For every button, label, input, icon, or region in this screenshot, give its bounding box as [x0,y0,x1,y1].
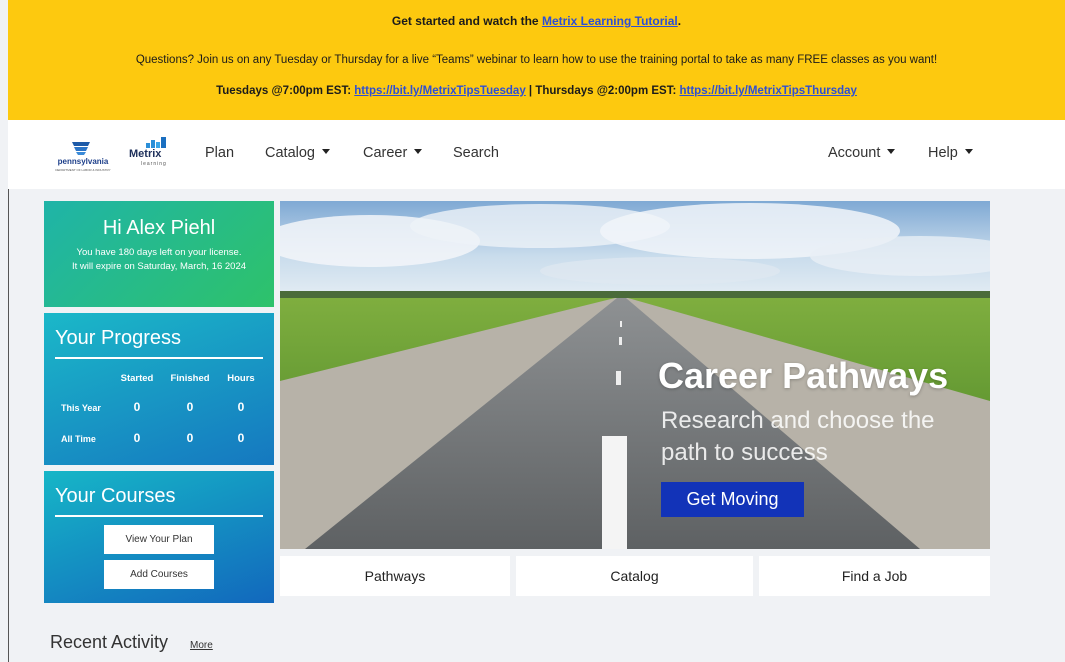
recent-activity-heading: Recent Activity [50,632,169,652]
career-pathways-hero: Career Pathways Research and choose the … [280,201,990,549]
metrix-logo-sub: learning [141,161,167,167]
progress-value: 0 [237,400,245,414]
caret-down-icon [964,148,973,154]
progress-col-hours: Hours [227,373,255,384]
greeting-name: Hi Alex Piehl [102,217,216,239]
nav-catalog-dropdown[interactable]: Catalog [265,145,330,161]
nav-account-dropdown[interactable]: Account [828,145,896,161]
metrix-learning-logo[interactable]: Metrix learning [126,137,171,171]
progress-value: 0 [237,431,245,445]
announcement-banner: Get started and watch the Metrix Learnin… [8,0,1065,120]
nav-account-label: Account [828,145,881,161]
progress-title: Your Progress [55,327,181,349]
caret-down-icon [414,148,423,154]
license-expiry: It will expire on Saturday, March, 16 20… [71,261,247,272]
thursday-link[interactable]: https://bit.ly/MetrixTipsThursday [680,85,857,97]
hero-subtitle: Research and choose the path to success [661,407,935,466]
progress-panel: Your Progress Started Finished Hours Thi… [44,313,274,465]
tuesday-label: Tuesdays @7:00pm EST: [216,85,352,97]
left-border [8,189,9,662]
add-courses-button[interactable]: Add Courses [104,560,214,589]
progress-col-finished: Finished [170,373,210,384]
hero-title: Career Pathways [658,355,949,396]
nav-plan[interactable]: Plan [205,145,234,161]
banner-tutorial-prefix: Get started and watch the [391,14,539,28]
recent-activity-more-link[interactable]: More [190,640,213,651]
get-moving-button[interactable]: Get Moving [661,482,804,517]
progress-value: 0 [186,431,194,445]
pathways-tile[interactable]: Pathways [280,556,510,596]
progress-divider [55,357,263,359]
banner-webinar-text: Questions? Join us on any Tuesday or Thu… [135,54,938,66]
license-days-left: You have 180 days left on your license. [76,247,242,258]
pa-logo-sub: DEPARTMENT OF LABOR & INDUSTRY [55,168,110,172]
nav-help-dropdown[interactable]: Help [928,145,973,161]
banner-schedule-line: Tuesdays @7:00pm EST: https://bit.ly/Met… [8,85,1065,97]
nav-career-label: Career [363,145,408,161]
caret-down-icon [887,148,896,154]
nav-help-label: Help [928,145,958,161]
nav-career-dropdown[interactable]: Career [363,145,423,161]
banner-tutorial-suffix: . [677,14,682,28]
banner-tutorial-line: Get started and watch the Metrix Learnin… [8,14,1065,28]
progress-row-label: This Year [61,403,101,413]
nav-catalog-label: Catalog [265,145,315,161]
nav-search-label: Search [453,145,499,161]
view-plan-button[interactable]: View Your Plan [104,525,214,554]
metrix-logo-text: Metrix [129,148,162,160]
greeting-panel: Hi Alex Piehl You have 180 days left on … [44,201,274,307]
license-info: You have 180 days left on your license. … [44,246,274,274]
schedule-separator: | [525,85,536,97]
thursday-label: Thursdays @2:00pm EST: [535,85,677,97]
find-job-tile[interactable]: Find a Job [759,556,990,596]
progress-col-started: Started [120,373,154,384]
pa-logo-text: pennsylvania [58,157,109,166]
tutorial-link[interactable]: Metrix Learning Tutorial [542,14,678,28]
progress-value: 0 [133,431,141,445]
progress-value: 0 [133,400,141,414]
nav-plan-label: Plan [205,145,235,161]
progress-value: 0 [186,400,194,414]
pennsylvania-logo[interactable]: pennsylvania DEPARTMENT OF LABOR & INDUS… [50,140,116,174]
courses-panel: Your Courses View Your Plan Add Courses [44,471,274,603]
courses-title: Your Courses [55,485,176,507]
courses-divider [55,515,263,517]
catalog-tile[interactable]: Catalog [516,556,753,596]
nav-search[interactable]: Search [453,145,499,161]
caret-down-icon [321,148,330,154]
top-nav: pennsylvania DEPARTMENT OF LABOR & INDUS… [8,120,1065,189]
tuesday-link[interactable]: https://bit.ly/MetrixTipsTuesday [354,85,525,97]
progress-row-label: All Time [61,434,96,444]
